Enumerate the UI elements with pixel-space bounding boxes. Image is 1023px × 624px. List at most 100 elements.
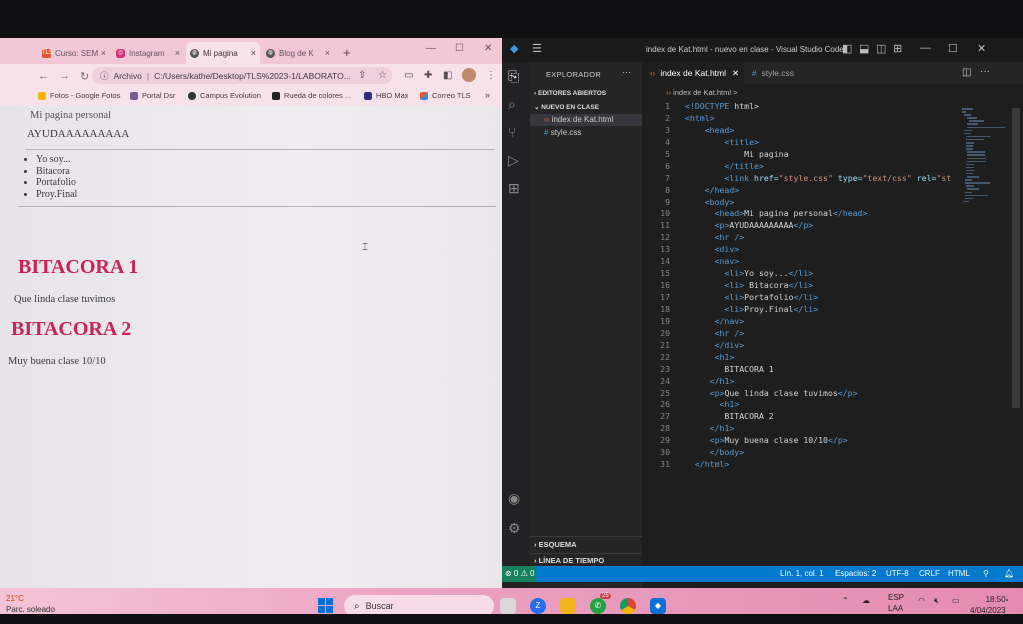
code-line[interactable]: 23 BITACORA 1 [642,364,1023,376]
volume-muted-icon[interactable]: 🔇︎ [934,596,939,606]
close-window-icon[interactable]: ✕ [484,43,492,54]
encoding[interactable]: UTF-8 [886,569,909,578]
menu-dots-icon[interactable]: ⋮ [486,70,496,81]
share-icon[interactable]: ⇪ [358,70,366,81]
account-icon[interactable]: ◉ [508,490,520,507]
code-line[interactable]: 17 <li>Portafolio</li> [642,292,1023,304]
chrome-icon[interactable] [620,598,636,614]
layout-sidebar-icon[interactable]: ◧ [842,42,852,55]
breadcrumb[interactable]: ‹› index de Kat.html > [666,88,738,97]
chevron-up-icon[interactable]: ⌃ [842,596,849,605]
folder-section[interactable]: ⌄ NUEVO EN CLASE [534,103,599,111]
code-line[interactable]: 16 <li> Bitacora</li> [642,280,1023,292]
code-line[interactable]: 28 </h1> [642,423,1023,435]
editor-tab-html[interactable]: ‹› index de Kat.html ✕ [642,62,744,84]
language-indicator[interactable]: ESP LAA [888,592,904,614]
language-mode[interactable]: HTML [948,569,970,578]
code-line[interactable]: 26 <h1> [642,399,1023,411]
extensions-icon[interactable]: ⊞ [508,180,520,197]
notifications-bell-icon[interactable]: 🔔︎ [1004,569,1014,578]
indentation[interactable]: Espacios: 2 [835,569,876,578]
close-icon[interactable]: × [101,48,106,58]
whatsapp-icon[interactable]: ✆ [590,598,606,614]
timeline-section[interactable]: › LÍNEA DE TIEMPO [534,556,604,565]
windows-start-icon[interactable] [318,598,334,614]
onedrive-icon[interactable]: ☁ [862,596,870,605]
file-item-css[interactable]: # style.css [544,128,581,137]
minimap[interactable] [962,108,1005,203]
browser-tab-2[interactable]: ◎ Instagram × [112,42,184,64]
vertical-scrollbar[interactable] [1012,108,1020,408]
problems-count[interactable]: ⊗ 0 ⚠ 0 [505,569,534,578]
code-line[interactable]: 21 </div> [642,340,1023,352]
minimize-icon[interactable]: — [426,43,436,54]
browser-tab-3-active[interactable]: ◍ Mi pagina × [186,42,260,64]
layout-panel-icon[interactable]: ⬓ [859,42,869,55]
code-line[interactable]: 19 </nav> [642,316,1023,328]
code-line[interactable]: 11 <p>AYUDAAAAAAAAA</p> [642,220,1023,232]
bookmark-4[interactable]: Rueda de colores ... [272,91,351,100]
settings-gear-icon[interactable]: ⚙ [508,520,521,537]
cast-icon[interactable]: ▭ [404,70,413,81]
extensions-icon[interactable]: ✚ [424,70,432,81]
more-actions-icon[interactable]: ··· [622,67,631,77]
bookmark-5[interactable]: HBO Max [364,91,409,100]
code-line[interactable]: 31 </html> [642,459,1023,471]
layout-custom-icon[interactable]: ⊞ [893,42,902,55]
bookmark-6[interactable]: Correo TLS [420,91,471,100]
cursor-position[interactable]: Lín. 1, col. 1 [780,569,824,578]
search-icon[interactable]: ⌕ [508,96,516,113]
code-line[interactable]: 24 </h1> [642,376,1023,388]
code-line[interactable]: 20 <hr /> [642,328,1023,340]
close-window-icon[interactable]: ✕ [977,42,986,55]
close-icon[interactable]: × [251,48,256,58]
close-icon[interactable]: × [175,48,180,58]
end-of-line[interactable]: CRLF [919,569,940,578]
browser-tab-4[interactable]: ◍ Blog de K × [262,42,334,64]
open-editors-section[interactable]: › EDITORES ABIERTOS [534,90,606,97]
vscode-taskbar-icon[interactable]: ◆ [650,598,666,614]
close-icon[interactable]: ✕ [732,68,739,79]
code-line[interactable]: 10 <head>Mi pagina personal</head> [642,208,1023,220]
feedback-icon[interactable]: ⚲ [983,569,989,578]
address-bar[interactable]: ⓘ Archivo | C:/Users/kathe/Desktop/TLS%2… [92,67,392,84]
maximize-icon[interactable]: ☐ [455,43,464,54]
bookmark-3[interactable]: Campus Evolution [188,91,261,100]
sidepanel-icon[interactable]: ◧ [443,70,452,81]
run-debug-icon[interactable]: ▷ [508,152,519,169]
code-line[interactable]: 25 <p>Que linda clase tuvimos</p> [642,388,1023,400]
reload-icon[interactable]: ↻ [80,70,89,83]
source-control-icon[interactable]: ⑂ [508,124,516,140]
explorer-icon[interactable]: ⎘ [508,68,519,85]
code-line[interactable]: 18 <li>Proy.Final</li> [642,304,1023,316]
taskbar-search[interactable]: ⌕ Buscar [344,595,494,614]
code-editor[interactable]: 1 <!DOCTYPE html> 2 <html> 3 <head> 4 <title>… [642,101,1023,471]
code-line[interactable]: 15 <li>Yo soy...</li> [642,268,1023,280]
more-actions-icon[interactable]: ··· [980,66,990,77]
code-line[interactable]: 14 <nav> [642,256,1023,268]
layout-split-icon[interactable]: ◫ [876,42,886,55]
bookmark-2[interactable]: Portal Dsr [130,91,175,100]
bookmark-1[interactable]: Fotos - Google Fotos [38,91,120,100]
minimize-icon[interactable]: — [920,42,931,54]
maximize-icon[interactable]: ☐ [948,42,958,55]
code-line[interactable]: 22 <h1> [642,352,1023,364]
split-editor-icon[interactable]: ◫ [962,67,971,78]
code-line[interactable]: 29 <p>Muy buena clase 10/10</p> [642,435,1023,447]
wifi-icon[interactable]: ◠ [918,596,925,605]
editor-tab-css[interactable]: # style.css [744,62,824,84]
battery-icon[interactable]: ▭ [952,596,960,605]
zoom-icon[interactable]: Z [530,598,546,614]
weather-widget[interactable]: 21°C Parc. soleado [6,593,55,614]
clock[interactable]: 18:50 4/04/2023 [970,594,1006,614]
close-icon[interactable]: × [325,48,330,58]
more-bookmarks-icon[interactable]: » [485,90,490,100]
star-icon[interactable]: ☆ [378,70,387,81]
menu-icon[interactable]: ☰ [532,42,542,55]
file-item-html[interactable]: ‹› index de Kat.html [530,114,642,126]
notifications-icon[interactable]: ◔ [1004,596,1009,605]
outline-section[interactable]: › ESQUEMA [534,540,577,549]
code-line[interactable]: 30 </body> [642,447,1023,459]
code-line[interactable]: 27 BITACORA 2 [642,411,1023,423]
new-tab-button[interactable]: + [343,45,351,60]
